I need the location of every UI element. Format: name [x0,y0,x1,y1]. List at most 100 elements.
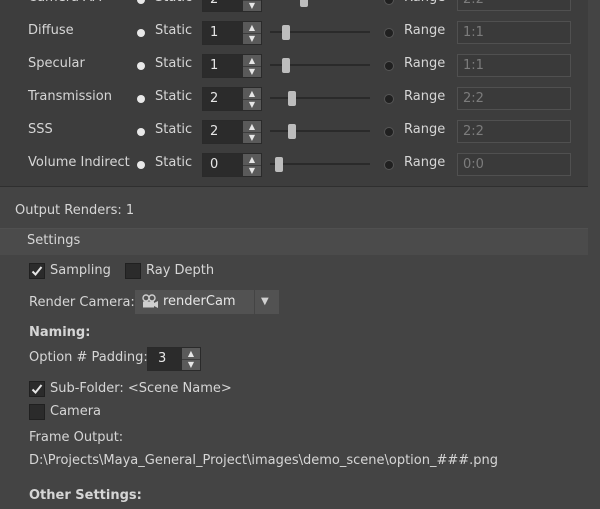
spin-buttons: ▲▼ [243,55,261,77]
spin-down-icon[interactable]: ▼ [243,66,261,77]
render-camera-value: renderCam [163,294,236,309]
sample-value: 0 [210,157,219,172]
sample-slider-handle[interactable] [282,58,290,73]
range-field: 1:1 [457,21,571,44]
sampling-row-label: Diffuse [28,23,74,38]
sampling-group: Camera AA Static 2 ▲▼ Range 2:2 Diffuse Static 1… [0,0,588,187]
range-radio[interactable] [385,29,393,37]
spin-buttons: ▲▼ [243,22,261,44]
static-radio[interactable] [137,29,145,37]
sample-value: 1 [210,25,219,40]
range-radio-label: Range [404,23,446,38]
sample-slider-handle[interactable] [288,91,296,106]
range-value: 0:0 [463,157,484,172]
spin-buttons: ▲▼ [243,88,261,110]
naming-heading: Naming: [29,325,91,340]
range-radio[interactable] [385,128,393,136]
sampling-row-label: Volume Indirect [28,155,130,170]
static-radio[interactable] [137,62,145,70]
sampling-row: Volume Indirect Static 0 ▲ ▼ Range 0:0 [0,148,588,181]
spin-down-icon[interactable]: ▼ [243,33,261,44]
sampling-row: Specular Static 1 ▲ ▼ Range 1:1 [0,49,588,82]
range-field: 2:2 [457,0,571,11]
static-radio-label: Static [155,0,192,5]
spin-buttons: ▲▼ [243,154,261,176]
sample-value: 2 [210,124,219,139]
range-value: 2:2 [463,0,484,7]
render-camera-dropdown-arrow[interactable]: ▼ [254,290,279,314]
sample-value: 2 [210,0,218,7]
sampling-row-label: Camera AA [28,0,101,5]
camera-checkbox[interactable] [29,404,45,420]
output-renders-label: Output Renders: [15,203,122,218]
range-radio[interactable] [385,161,393,169]
camera-checkbox-label: Camera [50,404,102,419]
settings-title: Settings [27,233,81,248]
sample-spinbox[interactable]: 1 ▲ ▼ [202,21,262,45]
padding-spin-buttons: ▲ ▼ [182,348,200,370]
static-radio-label: Static [155,89,193,104]
range-value: 1:1 [463,58,484,73]
chevron-down-icon: ▼ [261,296,269,307]
sampling-row-label: SSS [28,122,53,137]
range-field: 2:2 [457,87,571,110]
sample-spinbox[interactable]: 2 ▲▼ [202,87,262,111]
static-radio[interactable] [137,128,145,136]
frame-output-path: D:\Projects\Maya_General_Project\images\… [29,453,499,468]
ray-depth-checkbox[interactable] [125,263,141,279]
check-icon [31,384,43,394]
padding-value: 3 [158,351,167,366]
render-camera-dropdown[interactable]: renderCam ▼ [135,290,279,314]
range-radio[interactable] [385,0,393,4]
sample-slider-track[interactable] [270,163,370,165]
spin-down-icon[interactable]: ▼ [182,359,200,370]
output-renders: Output Renders: 1 [15,203,134,218]
sample-spinbox[interactable]: 0 ▲ ▼ [202,153,262,177]
render-camera-label: Render Camera: [29,295,135,310]
sampling-row: Transmission Static 2 ▲ ▼ Range 2:2 [0,82,588,115]
static-radio-label: Static [155,56,193,71]
sampling-checkbox[interactable] [29,263,45,279]
settings-header[interactable]: Settings [0,229,588,255]
padding-spinbox[interactable]: 3 ▲ ▼ [147,347,201,371]
spin-down-icon[interactable]: ▼ [243,165,261,176]
sample-slider-handle[interactable] [275,157,283,172]
static-radio[interactable] [137,95,145,103]
sampling-row-label: Transmission [28,89,112,104]
sample-slider-handle[interactable] [282,25,290,40]
range-radio[interactable] [385,62,393,70]
subfolder-label: Sub-Folder: <Scene Name> [50,381,232,396]
frame-output-label: Frame Output: [29,430,124,445]
spin-down-icon[interactable]: ▼ [243,132,261,143]
sample-slider-handle[interactable] [300,0,308,7]
static-radio[interactable] [137,0,145,4]
sample-slider-track[interactable] [270,97,370,99]
range-value: 2:2 [463,91,484,106]
sample-spinbox[interactable]: 2 ▲▼ [202,0,262,12]
sampling-row: Diffuse Static 1 ▲ ▼ Range 1:1 [0,16,588,49]
sample-slider-track[interactable] [270,130,370,132]
static-radio[interactable] [137,161,145,169]
other-settings-heading: Other Settings: [29,488,142,503]
spin-down-icon[interactable]: ▼ [243,0,261,11]
range-radio-label: Range [404,122,446,137]
sampling-checkbox-label: Sampling [50,263,111,278]
sampling-row-label: Specular [28,56,85,71]
sample-slider-handle[interactable] [288,124,296,139]
sample-spinbox[interactable]: 1 ▲ ▼ [202,54,262,78]
output-renders-count: 1 [125,203,135,218]
check-icon [31,266,43,276]
range-field: 2:2 [457,120,571,143]
spin-buttons: ▲▼ [243,0,261,11]
range-field: 0:0 [457,153,571,176]
sample-spinbox[interactable]: 2 ▲▼ [202,120,262,144]
spin-down-icon[interactable]: ▼ [243,99,261,110]
sample-value: 1 [210,58,219,73]
range-value: 2:2 [463,124,484,139]
subfolder-checkbox[interactable] [29,381,45,397]
range-radio-label: Range [404,0,445,5]
spin-buttons: ▲▼ [243,121,261,143]
static-radio-label: Static [155,23,193,38]
sampling-row: SSS Static 2 ▲ ▼ Range 2:2 [0,115,588,148]
range-radio[interactable] [385,95,393,103]
